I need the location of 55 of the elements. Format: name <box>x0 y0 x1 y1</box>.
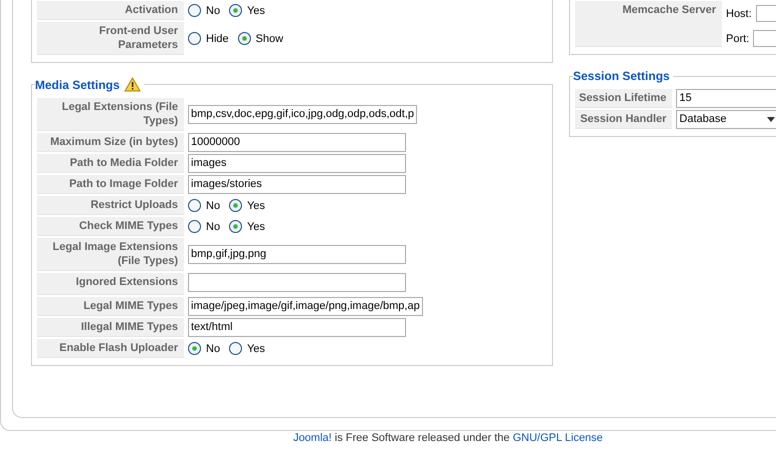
radio-button[interactable] <box>188 32 201 45</box>
field-label: Maximum Size (in bytes) <box>37 133 184 152</box>
section-title: Session Settings <box>573 69 670 83</box>
field-label: Legal Image Extensions (File Types) <box>37 238 184 271</box>
radio-button[interactable] <box>229 4 242 17</box>
field-label: Legal Extensions (File Types) <box>37 98 184 131</box>
field-label: Check MIME Types <box>37 217 184 236</box>
field-label: Memcache Server <box>575 1 722 47</box>
field-label: Restrict Uploads <box>37 196 184 215</box>
field-label: Front-end User Parameters <box>37 22 184 55</box>
radio-label: Hide <box>206 32 229 44</box>
input-field[interactable]: image/jpeg,image/gif,image/png,image/bmp,ap <box>188 297 423 316</box>
input-field[interactable]: bmp,csv,doc,epg,gif,ico,jpg,odg,odp,ods,odt,p <box>188 105 417 124</box>
field-label: Legal MIME Types <box>37 297 184 316</box>
input-field[interactable]: images <box>188 154 406 173</box>
radio-label: No <box>206 200 220 212</box>
radio-label: Show <box>256 32 284 44</box>
radio-button[interactable] <box>188 199 201 212</box>
field-label: Port: <box>726 32 750 44</box>
input-field[interactable] <box>188 273 406 292</box>
field-label: Session Lifetime <box>575 89 672 108</box>
license-link[interactable]: GNU/GPL License <box>512 432 603 444</box>
radio-button[interactable] <box>188 220 201 233</box>
radio-button[interactable] <box>229 220 242 233</box>
select-field[interactable]: Database <box>676 110 776 129</box>
radio-label: Yes <box>247 342 266 354</box>
radio-label: No <box>206 4 220 16</box>
field-label: Activation <box>37 1 184 20</box>
radio-label: Yes <box>247 200 266 212</box>
radio-button[interactable] <box>229 199 242 212</box>
field-label: Ignored Extensions <box>37 273 184 295</box>
field-label: Session Handler <box>575 110 672 129</box>
field-label: Illegal MIME Types <box>37 318 184 337</box>
radio-label: No <box>206 220 220 232</box>
field-label: Path to Media Folder <box>37 154 184 173</box>
joomla-link[interactable]: Joomla! <box>293 432 332 444</box>
field-label: Enable Flash Uploader <box>37 339 184 358</box>
radio-button[interactable] <box>229 342 242 355</box>
radio-button[interactable] <box>188 4 201 17</box>
input-field[interactable]: text/html <box>188 318 406 337</box>
warning-icon <box>124 77 141 92</box>
caret-icon <box>766 116 775 122</box>
radio-button[interactable] <box>188 342 201 355</box>
field-label: Host: <box>726 8 752 20</box>
input-field[interactable]: 10000000 <box>188 133 406 152</box>
section-title: Media Settings <box>35 78 120 92</box>
footer-text: Joomla! is Free Software released under the GNU/GPL License <box>292 432 604 444</box>
radio-button[interactable] <box>238 32 251 45</box>
field-label: Path to Image Folder <box>37 175 184 194</box>
radio-label: Yes <box>247 220 266 232</box>
radio-label: Yes <box>247 4 266 16</box>
input-field[interactable]: 15 <box>676 89 776 108</box>
input-field[interactable]: images/stories <box>188 175 406 194</box>
input-field[interactable]: bmp,gif,jpg,png <box>188 245 406 264</box>
radio-label: No <box>206 342 220 354</box>
